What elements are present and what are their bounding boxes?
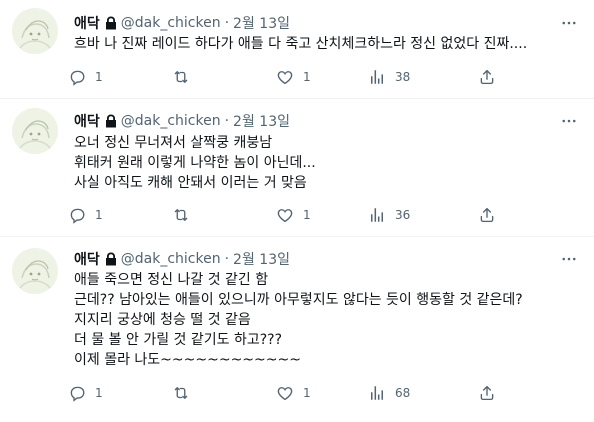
avatar[interactable] bbox=[12, 108, 58, 154]
author-handle[interactable]: @dak_chicken bbox=[121, 251, 221, 267]
avatar[interactable] bbox=[12, 248, 58, 294]
retweet-button[interactable] bbox=[172, 383, 199, 403]
retweet-button[interactable] bbox=[172, 205, 199, 225]
like-count: 1 bbox=[303, 386, 311, 400]
author-name[interactable]: 애닥 bbox=[74, 111, 100, 131]
views-button[interactable]: 38 bbox=[368, 67, 410, 87]
views-count: 68 bbox=[395, 386, 411, 400]
views-icon bbox=[368, 206, 386, 224]
tweet-date[interactable]: 2월 13일 bbox=[233, 249, 290, 269]
reply-button[interactable]: 1 bbox=[68, 205, 103, 225]
tweet-text-line: 오너 정신 무너져서 살짝쿵 캐붕남 bbox=[74, 135, 273, 151]
more-icon[interactable] bbox=[558, 13, 580, 33]
share-button[interactable] bbox=[478, 383, 496, 403]
like-button[interactable]: 1 bbox=[276, 383, 311, 403]
retweet-icon bbox=[172, 68, 190, 86]
retweet-button[interactable] bbox=[172, 67, 199, 87]
like-count: 1 bbox=[303, 70, 311, 84]
tweet-text-line: 애들 죽으면 정신 나갈 것 같긴 함 bbox=[74, 272, 269, 288]
tweet-text-line: 흐바 나 진짜 레이드 하다가 애들 다 죽고 산치체크하느라 정신 없었다 진… bbox=[74, 36, 528, 52]
lock-icon bbox=[105, 16, 117, 30]
tweet-text: 오너 정신 무너져서 살짝쿵 캐붕남휘태커 원래 이렇게 나약한 놈이 아닌데.… bbox=[74, 133, 584, 193]
more-icon[interactable] bbox=[558, 249, 580, 269]
like-button[interactable]: 1 bbox=[276, 67, 311, 87]
separator-dot: · bbox=[224, 15, 230, 31]
reply-icon bbox=[68, 68, 86, 86]
retweet-icon bbox=[172, 384, 190, 402]
reply-button[interactable]: 1 bbox=[68, 383, 103, 403]
tweet-header: 애닥 @dak_chicken · 2월 13일 bbox=[74, 249, 290, 269]
views-count: 36 bbox=[395, 208, 411, 222]
reply-count: 1 bbox=[95, 208, 103, 222]
lock-icon bbox=[105, 252, 117, 266]
like-icon bbox=[276, 206, 294, 224]
reply-icon bbox=[68, 206, 86, 224]
tweet-text: 흐바 나 진짜 레이드 하다가 애들 다 죽고 산치체크하느라 정신 없었다 진… bbox=[74, 34, 584, 54]
tweet-text-line: 이제 몰라 나도~~~~~~~~~~~~ bbox=[74, 352, 301, 368]
share-button[interactable] bbox=[478, 67, 496, 87]
tweet-date[interactable]: 2월 13일 bbox=[233, 13, 290, 33]
author-name[interactable]: 애닥 bbox=[74, 249, 100, 269]
views-icon bbox=[368, 384, 386, 402]
more-icon[interactable] bbox=[558, 111, 580, 131]
views-icon bbox=[368, 68, 386, 86]
separator-dot: · bbox=[224, 113, 230, 129]
share-button[interactable] bbox=[478, 205, 496, 225]
views-button[interactable]: 36 bbox=[368, 205, 410, 225]
lock-icon bbox=[105, 114, 117, 128]
author-handle[interactable]: @dak_chicken bbox=[121, 113, 221, 129]
views-count: 38 bbox=[395, 70, 411, 84]
author-name[interactable]: 애닥 bbox=[74, 13, 100, 33]
reply-count: 1 bbox=[95, 386, 103, 400]
tweet-actions: 1 1 36 bbox=[68, 205, 508, 225]
retweet-icon bbox=[172, 206, 190, 224]
author-handle[interactable]: @dak_chicken bbox=[121, 15, 221, 31]
tweet-header: 애닥 @dak_chicken · 2월 13일 bbox=[74, 13, 290, 33]
tweet-separator bbox=[0, 98, 594, 99]
tweet-separator bbox=[0, 236, 594, 237]
like-icon bbox=[276, 68, 294, 86]
tweet-date[interactable]: 2월 13일 bbox=[233, 111, 290, 131]
tweet-header: 애닥 @dak_chicken · 2월 13일 bbox=[74, 111, 290, 131]
separator-dot: · bbox=[224, 251, 230, 267]
reply-button[interactable]: 1 bbox=[68, 67, 103, 87]
like-icon bbox=[276, 384, 294, 402]
tweet-text-line: 휘태커 원래 이렇게 나약한 놈이 아닌데... bbox=[74, 155, 316, 171]
reply-icon bbox=[68, 384, 86, 402]
avatar[interactable] bbox=[12, 8, 58, 54]
tweet-text: 애들 죽으면 정신 나갈 것 같긴 함근데?? 남아있는 애들이 있으니까 아무… bbox=[74, 270, 584, 370]
tweet-text-line: 더 물 볼 안 가릴 것 같기도 하고??? bbox=[74, 332, 283, 348]
tweet-actions: 1 1 38 bbox=[68, 67, 508, 87]
views-button[interactable]: 68 bbox=[368, 383, 410, 403]
like-button[interactable]: 1 bbox=[276, 205, 311, 225]
tweet-text-line: 근데?? 남아있는 애들이 있으니까 아무렇지도 않다는 듯이 행동할 것 같은… bbox=[74, 292, 523, 308]
reply-count: 1 bbox=[95, 70, 103, 84]
tweet-actions: 1 1 68 bbox=[68, 383, 508, 403]
tweet-text-line: 지지리 궁상에 청승 떨 것 같음 bbox=[74, 312, 251, 328]
like-count: 1 bbox=[303, 208, 311, 222]
share-icon bbox=[478, 384, 496, 402]
share-icon bbox=[478, 206, 496, 224]
tweet-text-line: 사실 아직도 캐해 안돼서 이러는 거 맞음 bbox=[74, 175, 307, 191]
share-icon bbox=[478, 68, 496, 86]
